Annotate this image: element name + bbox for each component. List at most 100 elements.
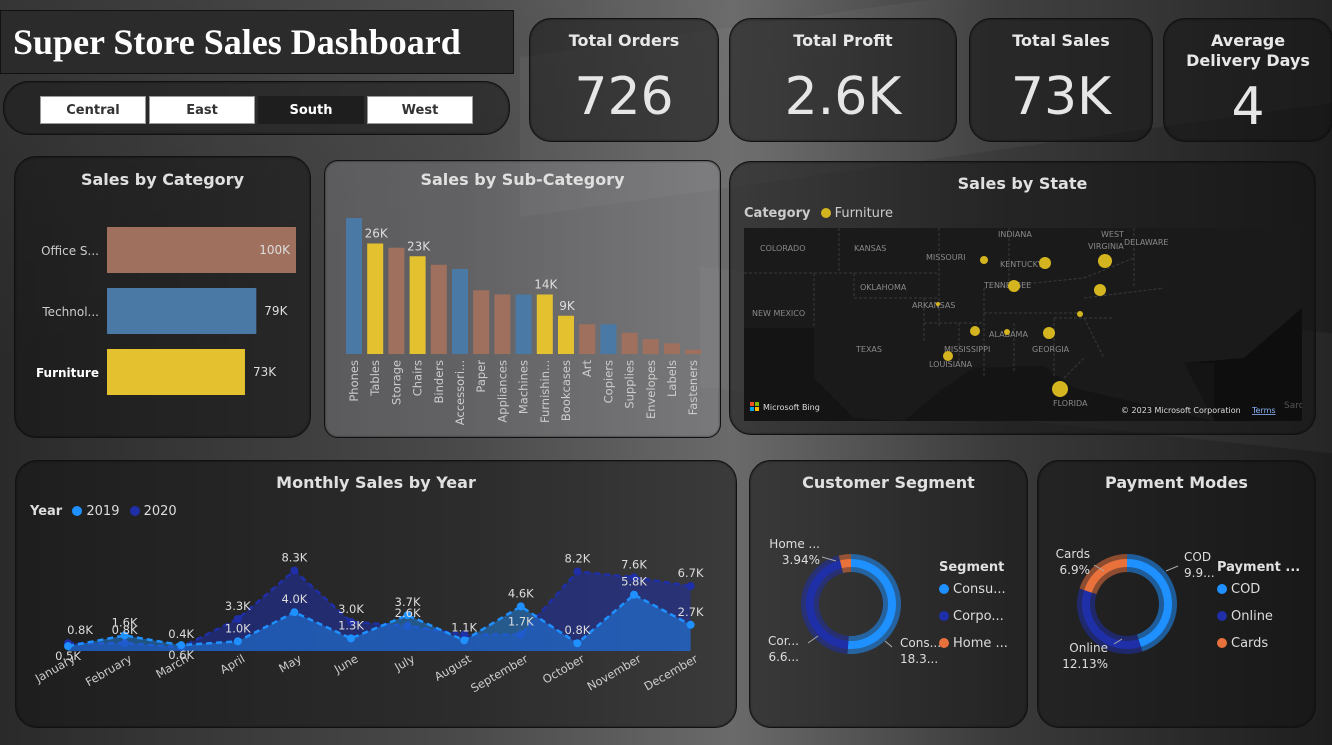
sub-category-bar[interactable] [515, 294, 532, 355]
sub-category-bar[interactable] [536, 294, 553, 355]
map-state-label: MISSOURI [926, 253, 966, 262]
month-axis-label: May [276, 651, 304, 675]
donut-legend-item[interactable]: Home ... [953, 636, 1008, 651]
kpi-value: 726 [574, 67, 674, 127]
sub-category-bar[interactable] [621, 332, 638, 354]
donut-label-name: Cons... [900, 636, 941, 650]
segment-donut-chart[interactable]: Cons... 18.3... Cor... 6.6... Home ... 3.94% S… [750, 461, 1027, 727]
sub-category-axis-label: Accessori... [453, 360, 467, 425]
sub-category-bar[interactable] [430, 264, 447, 354]
donut-legend-item[interactable]: COD [1231, 582, 1260, 597]
region-button-west[interactable]: West [367, 96, 473, 124]
card-monthly-sales-by-year: Monthly Sales by Year Year 2019 2020 0.5… [15, 460, 737, 728]
data-point-2019[interactable] [347, 634, 355, 643]
sub-category-data-label: 26K [365, 227, 389, 241]
map-state-label: WEST [1101, 230, 1124, 239]
data-point-2019[interactable] [686, 620, 695, 629]
monthly-area-chart[interactable]: 0.5K1.6K0.6K1.0K4.0K1.3K3.7K1.1K4.6K0.8K… [16, 461, 736, 727]
region-button-south[interactable]: South [258, 96, 364, 124]
donut-legend-title: Payment ... [1217, 560, 1300, 575]
category-bar-chart[interactable]: Office S... 100K Technol... 79K Furniture 73K [15, 157, 310, 437]
monthly-data-label: 7.6K [621, 557, 647, 571]
kpi-value: 2.6K [784, 67, 902, 127]
sub-category-bar[interactable] [685, 349, 702, 354]
sub-category-bar-chart[interactable]: Phones 26K Tables Storage 23K Chairs Binders Ac… [325, 161, 720, 437]
sub-category-axis-label: Envelopes [644, 360, 658, 419]
sub-category-bar[interactable] [558, 315, 574, 354]
month-axis-label: September [468, 651, 530, 695]
sub-category-axis-label: Phones [347, 360, 361, 402]
map-state-label: VIRGINIA [1088, 242, 1124, 251]
map-legend: Category Furniture [744, 206, 893, 221]
map-bubble [980, 256, 988, 264]
month-axis-label: February [83, 651, 134, 689]
data-point-2019[interactable] [233, 637, 242, 646]
sub-category-bar[interactable] [642, 339, 659, 354]
sub-category-axis-label: Bookcases [559, 360, 573, 421]
data-point-2019[interactable] [290, 608, 299, 617]
map-bubble [970, 326, 980, 336]
monthly-data-label: 6.7K [678, 566, 704, 580]
sub-category-bar[interactable] [452, 269, 468, 354]
sub-category-bar[interactable] [494, 294, 511, 355]
sub-category-data-label: 23K [407, 239, 431, 253]
category-bar[interactable] [107, 349, 245, 395]
category-bar[interactable] [107, 288, 257, 334]
category-axis-label: Office S... [41, 244, 99, 258]
data-point-2020[interactable] [290, 566, 299, 575]
data-point-2020[interactable] [573, 567, 582, 576]
sub-category-axis-label: Chairs [411, 360, 425, 396]
region-button-central[interactable]: Central [40, 96, 146, 124]
monthly-data-label: 5.8K [621, 575, 647, 589]
donut-legend-item[interactable]: Consu... [953, 582, 1006, 597]
data-point-2020[interactable] [686, 582, 695, 591]
donut-legend-item[interactable]: Cards [1231, 636, 1268, 651]
legend-dot-icon [1217, 611, 1227, 621]
kpi-label: Total Profit [793, 31, 893, 50]
map-copyright: © 2023 Microsoft Corporation [1121, 406, 1241, 415]
map-terms-link[interactable]: Terms [1251, 406, 1276, 415]
monthly-data-label: 4.6K [508, 586, 534, 600]
sub-category-axis-label: Labels [665, 360, 679, 397]
card-sales-by-sub-category: Sales by Sub-Category Phones 26K Tables Sto… [324, 160, 721, 438]
sub-category-bar[interactable] [388, 247, 405, 354]
map-legend-title: Category [744, 206, 811, 221]
state-map[interactable]: COLORADO KANSAS MISSOURI INDIANA WEST VIRGINI… [744, 228, 1302, 421]
kpi-card-total-profit: Total Profit 2.6K [729, 18, 957, 142]
sub-category-bar[interactable] [367, 243, 384, 355]
monthly-data-label: 0.8K [67, 623, 93, 637]
month-axis-label: April [218, 651, 248, 676]
sub-category-bar[interactable] [346, 218, 362, 354]
sub-category-bar[interactable] [600, 324, 617, 354]
map-legend-item: Furniture [834, 206, 893, 221]
donut-legend-title: Segment [939, 560, 1004, 575]
page-title: Super Store Sales Dashboard [13, 22, 461, 62]
month-axis-label: August [432, 651, 474, 683]
map-bubble [1098, 254, 1112, 268]
region-button-east[interactable]: East [149, 96, 255, 124]
kpi-card-total-sales: Total Sales 73K [969, 18, 1153, 142]
map-bubble [1043, 327, 1055, 339]
data-point-2019[interactable] [630, 590, 638, 599]
sub-category-axis-label: Machines [517, 360, 531, 414]
sub-category-axis-label: Furnishin... [538, 360, 552, 423]
sub-category-bar[interactable] [473, 290, 490, 354]
data-point-2019[interactable] [460, 636, 469, 645]
data-point-2019[interactable] [573, 639, 582, 648]
sub-category-bar[interactable] [579, 324, 596, 354]
data-point-2019[interactable] [516, 602, 525, 611]
map-state-label: GEORGIA [1032, 345, 1070, 354]
map-bubble [1004, 329, 1010, 335]
sub-category-bar[interactable] [664, 343, 680, 354]
donut-label-value: 9.9... [1184, 566, 1215, 580]
map-state-label: TENNESSEE [983, 281, 1031, 290]
donut-legend-item[interactable]: Online [1231, 609, 1273, 624]
payment-donut-chart[interactable]: COD 9.9... Online 12.13% Cards 6.9% Payment ..… [1038, 461, 1315, 727]
sub-category-axis-label: Art [580, 360, 594, 378]
map-bubble [936, 302, 940, 306]
sub-category-axis-label: Paper [474, 360, 488, 393]
map-state-label: OKLAHOMA [860, 283, 907, 292]
donut-legend-item[interactable]: Corpo... [953, 609, 1004, 624]
legend-dot-icon [820, 208, 831, 218]
sub-category-bar[interactable] [409, 256, 426, 354]
